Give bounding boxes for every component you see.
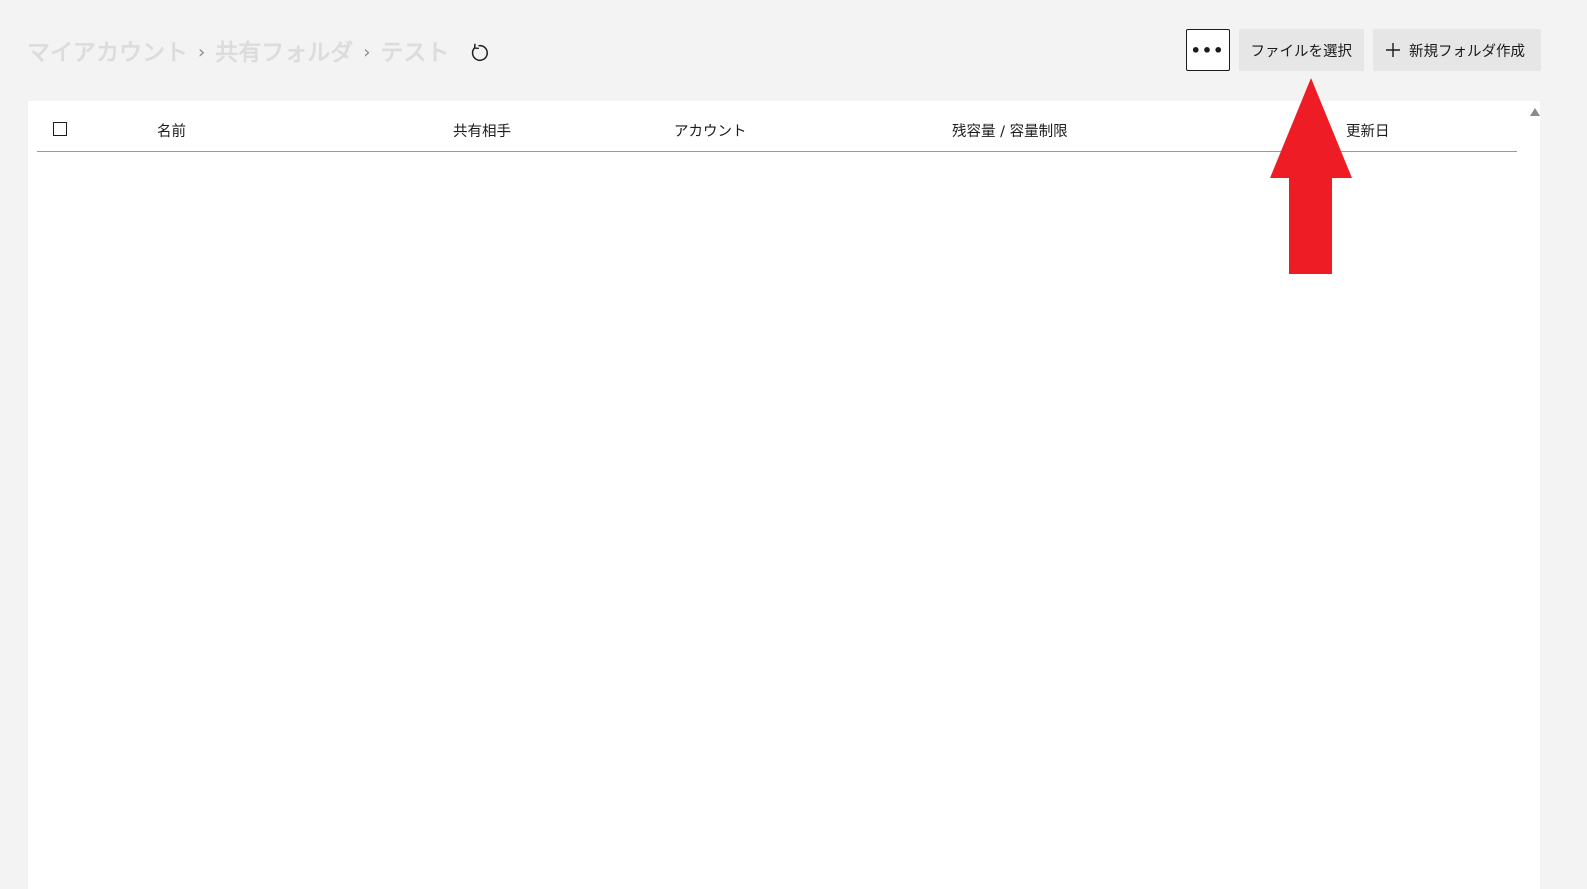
red-arrow-up-icon <box>1270 78 1352 274</box>
plus-icon <box>1385 42 1401 58</box>
new-folder-label: 新規フォルダ作成 <box>1409 43 1525 60</box>
breadcrumb-separator: › <box>363 41 371 63</box>
breadcrumb-item-shared-folder[interactable]: 共有フォルダ <box>215 33 353 67</box>
select-file-button[interactable]: ファイルを選択 <box>1238 29 1364 71</box>
select-all-checkbox[interactable] <box>53 122 67 136</box>
more-icon: ••• <box>1190 40 1225 60</box>
toolbar: ••• ファイルを選択 新規フォルダ作成 <box>1185 28 1541 72</box>
triangle-up-icon <box>1530 108 1540 116</box>
refresh-icon[interactable] <box>467 41 491 65</box>
column-header-shared-with[interactable]: 共有相手 <box>453 120 511 141</box>
breadcrumb-item-current: テスト <box>380 40 450 66</box>
select-file-label: ファイルを選択 <box>1250 43 1353 60</box>
column-header-capacity[interactable]: 残容量 / 容量制限 <box>952 120 1068 141</box>
breadcrumb: マイアカウント › 共有フォルダ › テスト <box>27 28 491 72</box>
new-folder-button[interactable]: 新規フォルダ作成 <box>1373 29 1541 71</box>
breadcrumb-item-my-account[interactable]: マイアカウント <box>27 33 188 67</box>
column-header-account[interactable]: アカウント <box>674 120 747 141</box>
column-header-name[interactable]: 名前 <box>157 120 186 141</box>
more-options-button[interactable]: ••• <box>1185 29 1230 71</box>
scroll-up-arrow[interactable] <box>1530 107 1540 117</box>
breadcrumb-separator: › <box>198 41 206 63</box>
